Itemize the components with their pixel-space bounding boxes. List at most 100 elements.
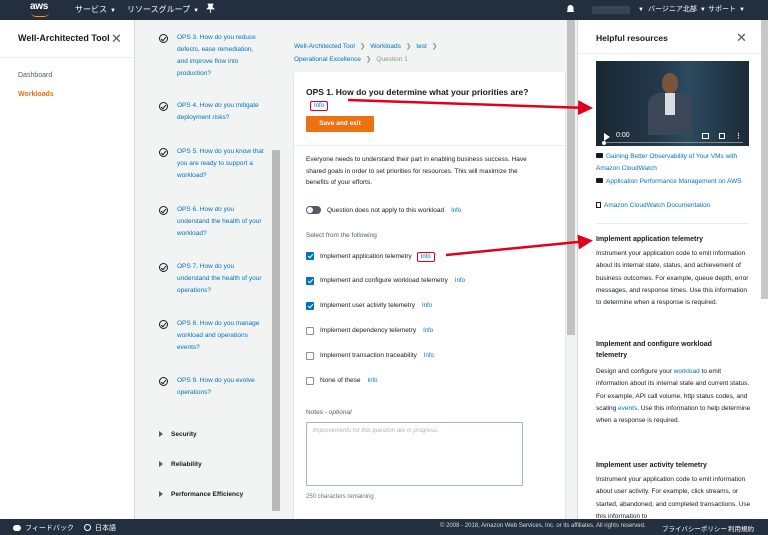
fullscreen-icon[interactable] [719,133,725,139]
save-and-exit-button[interactable]: Save and exit [306,116,374,132]
help-section-body: Instrument your application code to emit… [596,250,749,307]
question-link[interactable]: OPS 9. How do you evolve operations? [177,375,265,399]
resource-link-text: Amazon CloudWatch Documentation [604,202,711,209]
choice-label: Implement application telemetry Info [320,252,435,262]
question-title-text: OPS 1. How do you determine what your pr… [306,87,529,97]
info-link[interactable]: Info [455,278,465,284]
pillar-security[interactable]: Security [159,431,197,438]
resource-link-documentation[interactable]: Amazon CloudWatch Documentation [596,200,754,212]
aws-logo[interactable]: aws [30,2,52,18]
title-info-link[interactable]: Info [310,101,329,111]
language-selector[interactable]: 日本語 [84,523,116,533]
notes-optional: optional [328,409,352,416]
question-link[interactable]: OPS 7. How do you understand the health … [177,261,265,297]
select-label: Select from the following [306,232,377,239]
aws-logo-text: aws [30,1,49,12]
terms-link[interactable]: 利用規約 [728,523,754,533]
account-caret[interactable]: ▼ [635,4,644,13]
question-list-panel: OPS 3. How do you reduce defects, ease r… [135,20,283,519]
workload-link[interactable]: workload [674,368,700,375]
question-link[interactable]: OPS 6. How do you understand the health … [177,204,265,240]
question-link[interactable]: OPS 4. How do you mitigate deployment ri… [177,100,265,124]
privacy-policy-link[interactable]: プライバシーポリシー [662,523,727,533]
chevron-down-icon: ▼ [699,7,706,13]
choice-text: Implement dependency telemetry [320,327,417,334]
checkbox-unchecked[interactable] [306,327,314,335]
notifications-bell-icon[interactable] [566,4,575,14]
youtube-icon [596,178,603,183]
checkbox-unchecked[interactable] [306,352,314,360]
more-options-icon[interactable]: ⋮ [735,132,742,140]
help-section-title: Implement user activity telemetry [596,462,707,469]
footer: フィードバック 日本語 © 2008 - 2018, Amazon Web Se… [0,519,768,535]
question-link[interactable]: OPS 8. How do you manage workload and op… [177,318,265,354]
question-link[interactable]: OPS 3. How do you reduce defects, ease r… [177,32,265,80]
breadcrumb-workload[interactable]: test [416,43,426,50]
resource-groups-menu[interactable]: リソースグループ ▼ [127,4,199,15]
pillar-reliability[interactable]: Reliability [159,461,202,468]
question-link[interactable]: OPS 5. How do you know that you are read… [177,146,265,182]
close-icon[interactable]: ✕ [111,31,122,47]
chevron-right-icon: ❯ [365,56,372,63]
info-link[interactable]: Info [416,252,435,262]
feedback-label: フィードバック [25,525,74,532]
feedback-link[interactable]: フィードバック [13,523,74,533]
info-link[interactable]: Info [451,208,461,214]
youtube-icon [596,153,603,158]
checkbox-checked[interactable] [306,277,314,285]
pillar-performance-efficiency[interactable]: Performance Efficiency [159,491,243,498]
info-link[interactable]: Info [423,328,433,334]
checkbox-checked[interactable] [306,252,314,260]
choice-label: None of these Info [320,377,378,385]
sidebar-item-dashboard[interactable]: Dashboard [18,72,52,79]
video-player[interactable]: 0:00 ⋮ [596,61,749,146]
resource-link-video-2[interactable]: Application Performance Management on AW… [596,176,754,188]
chevron-right-icon: ❯ [359,43,366,50]
breadcrumb-workloads[interactable]: Workloads [370,43,401,50]
breadcrumb-tool[interactable]: Well-Architected Tool [294,43,355,50]
pillar-label: Reliability [171,461,202,468]
services-menu[interactable]: サービス ▼ [75,4,116,15]
checkbox-checked[interactable] [306,302,314,310]
choice-text: Implement transaction traceability [320,352,417,359]
play-icon[interactable] [604,133,610,141]
breadcrumb-pillar[interactable]: Operational Excellence [294,56,361,63]
aws-smile-icon [31,12,49,17]
help-panel-scrollbar[interactable] [761,20,768,299]
checkbox-unchecked[interactable] [306,377,314,385]
video-progress-bar[interactable] [603,142,743,143]
support-menu[interactable]: サポート ▼ [708,4,745,14]
sidebar-item-workloads[interactable]: Workloads [18,91,54,98]
top-navigation-bar: aws サービス ▼ リソースグループ ▼ ▼ バージニア北部 ▼ サポート ▼ [0,0,768,20]
region-menu[interactable]: バージニア北部 ▼ [648,4,706,14]
events-link[interactable]: events [618,405,637,412]
choice-label: Implement user activity telemetry Info [320,302,432,310]
resource-link-text: Application Performance Management on AW… [606,178,742,185]
pillar-label: Performance Efficiency [171,491,244,498]
sidebar-title: Well-Architected Tool [18,33,110,43]
account-menu[interactable] [592,6,630,14]
breadcrumb-current: Question 1 [376,56,408,63]
help-section-title: Implement and configure workload telemet… [596,341,712,359]
check-circle-icon [159,263,168,272]
not-applicable-toggle[interactable] [306,206,321,214]
video-scrubber[interactable] [602,140,606,145]
info-link[interactable]: Info [424,353,434,359]
pin-icon[interactable] [206,3,215,15]
main-scrollbar[interactable] [567,20,575,335]
close-icon[interactable]: ✕ [736,30,747,46]
toggle-text: Question does not apply to this workload [327,207,445,214]
divider [596,223,749,224]
info-link[interactable]: Info [422,303,432,309]
resource-link-video-1[interactable]: Gaining Better Observability of Your VMs… [596,151,754,175]
breadcrumb: Well-Architected Tool ❯ Workloads ❯ test ❯ Op… [294,40,442,66]
video-controls: 0:00 ⋮ [596,130,749,146]
caret-right-icon [159,461,163,468]
caret-right-icon [159,491,163,498]
region-label: バージニア北部 [648,6,697,13]
question-list-scrollbar[interactable] [272,150,280,511]
choice-text: None of these [320,377,361,384]
captions-icon[interactable] [702,133,709,139]
info-link[interactable]: Info [367,378,377,384]
notes-textarea[interactable]: Improvements for this question are in pr… [306,422,523,486]
